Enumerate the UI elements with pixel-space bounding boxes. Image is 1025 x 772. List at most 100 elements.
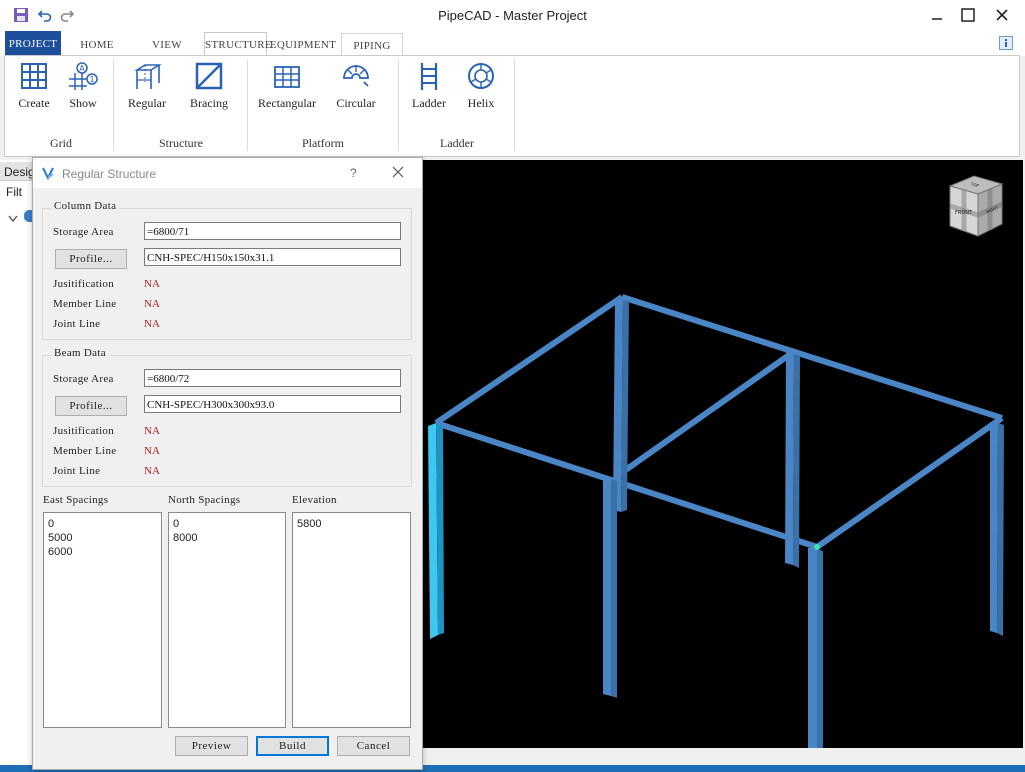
list-item[interactable]: 5800 xyxy=(297,517,406,531)
column-storage-input[interactable]: =6800/71 xyxy=(144,222,401,240)
regular-structure-dialog: Regular Structure ? Column Data Storage … xyxy=(32,157,423,770)
grid-axis-icon: A 1 xyxy=(69,62,98,90)
circular-platform-icon xyxy=(343,65,369,87)
beam xyxy=(434,294,624,426)
preview-button[interactable]: Preview xyxy=(175,736,248,756)
ribbon-separator xyxy=(113,59,114,151)
maximize-icon[interactable] xyxy=(953,4,983,26)
dialog-title: Regular Structure xyxy=(62,167,157,181)
tab-project[interactable]: PROJECT xyxy=(5,31,61,56)
column-justification-label: Jusitification xyxy=(53,278,115,290)
beam-member-label: Member Line xyxy=(53,445,117,457)
ribbon-separator xyxy=(514,59,515,151)
help-button[interactable]: ? xyxy=(350,166,357,180)
panel-tab-label: Desig xyxy=(4,165,35,179)
bracing-button[interactable]: Bracing xyxy=(183,60,235,110)
show-label: Show xyxy=(69,96,97,110)
design-explorer-panel: Desig Filt xyxy=(0,160,35,772)
column xyxy=(611,479,617,698)
ribbon-tabs: PROJECT HOME VIEW STRUCTURE EQUIPMENT PI… xyxy=(0,31,1025,57)
bracing-icon xyxy=(195,62,223,90)
build-button[interactable]: Build xyxy=(256,736,329,756)
beam-profile-button[interactable]: Profile... xyxy=(55,396,127,416)
list-item[interactable]: 6000 xyxy=(48,545,157,559)
regular-structure-button[interactable]: Regular xyxy=(121,60,173,110)
column xyxy=(817,549,823,748)
rectangular-platform-button[interactable]: Rectangular xyxy=(253,60,321,110)
bracing-label: Bracing xyxy=(190,96,228,110)
circular-label: Circular xyxy=(336,96,376,110)
east-spacings-list[interactable]: 0 5000 6000 xyxy=(43,512,162,728)
beam-member-value[interactable]: NA xyxy=(144,445,160,457)
title-bar: PipeCAD - Master Project xyxy=(0,0,1025,31)
beam-justification-label: Jusitification xyxy=(53,425,115,437)
elevation-list[interactable]: 5800 xyxy=(292,512,411,728)
column-justification-value[interactable]: NA xyxy=(144,278,160,290)
tab-view[interactable]: VIEW xyxy=(136,33,198,55)
chevron-down-icon[interactable] xyxy=(8,212,18,226)
3d-viewport[interactable]: FRONT TOP RIGHT xyxy=(422,160,1023,748)
beam-profile-input[interactable]: CNH-SPEC/H300x300x93.0 xyxy=(144,395,401,413)
cancel-button[interactable]: Cancel xyxy=(337,736,410,756)
structure-model xyxy=(428,294,1004,748)
beam-storage-label: Storage Area xyxy=(53,373,114,385)
column-group-title: Column Data xyxy=(51,200,120,212)
group-grid: Grid xyxy=(50,136,72,150)
regular-label: Regular xyxy=(128,96,166,110)
minimize-icon[interactable] xyxy=(922,4,952,26)
panel-tab[interactable]: Desig xyxy=(0,162,35,181)
beam xyxy=(621,294,1003,421)
helix-button[interactable]: Helix xyxy=(459,60,503,110)
circular-platform-button[interactable]: Circular xyxy=(329,60,383,110)
tab-structure[interactable]: STRUCTURE xyxy=(204,32,272,57)
info-icon[interactable] xyxy=(999,36,1013,50)
show-grid-button[interactable]: A 1 Show xyxy=(61,60,105,110)
rectangular-label: Rectangular xyxy=(258,96,316,110)
column xyxy=(808,548,817,748)
column xyxy=(793,354,800,568)
grid-icon xyxy=(21,63,47,89)
create-grid-button[interactable]: Create xyxy=(11,60,57,110)
dialog-titlebar[interactable]: Regular Structure ? xyxy=(33,158,422,188)
window-title: PipeCAD - Master Project xyxy=(438,8,587,23)
column-profile-input[interactable]: CNH-SPEC/H150x150x31.1 xyxy=(144,248,401,266)
dialog-close-icon[interactable] xyxy=(392,166,404,181)
list-item[interactable]: 5000 xyxy=(48,531,157,545)
beam xyxy=(815,415,1004,550)
tab-equipment[interactable]: EQUIPMENT xyxy=(269,33,337,55)
group-structure: Structure xyxy=(159,136,203,150)
filter-label: Filt xyxy=(6,185,22,199)
column-member-label: Member Line xyxy=(53,298,117,310)
beam-justification-value[interactable]: NA xyxy=(144,425,160,437)
list-item[interactable]: 0 xyxy=(173,517,281,531)
list-item[interactable]: 0 xyxy=(48,517,157,531)
ribbon-separator xyxy=(247,59,248,151)
ladder-button[interactable]: Ladder xyxy=(407,60,451,110)
ribbon-panel: Create A 1 Show Regular Bracing Rectangu… xyxy=(4,55,1020,157)
elevation-label: Elevation xyxy=(292,494,337,506)
view-cube[interactable]: FRONT TOP RIGHT xyxy=(936,172,1012,252)
frame-icon xyxy=(134,64,162,89)
svg-text:1: 1 xyxy=(90,75,95,84)
rect-platform-icon xyxy=(274,66,300,88)
helix-icon xyxy=(468,63,494,89)
tab-home[interactable]: HOME xyxy=(68,33,126,55)
ladder-label: Ladder xyxy=(412,96,446,110)
column-joint-value[interactable]: NA xyxy=(144,318,160,330)
column-profile-button[interactable]: Profile... xyxy=(55,249,127,269)
beam-joint-value[interactable]: NA xyxy=(144,465,160,477)
joint-marker xyxy=(814,544,820,550)
column-member-value[interactable]: NA xyxy=(144,298,160,310)
viewport-footer xyxy=(422,748,1025,765)
east-spacings-label: East Spacings xyxy=(43,494,109,506)
group-ladder: Ladder xyxy=(440,136,474,150)
close-icon[interactable] xyxy=(987,4,1017,26)
north-spacings-list[interactable]: 0 8000 xyxy=(168,512,286,728)
column-storage-label: Storage Area xyxy=(53,226,114,238)
viewcube-front: FRONT xyxy=(955,210,973,216)
tab-piping[interactable]: PIPING xyxy=(341,33,403,56)
create-label: Create xyxy=(18,96,50,110)
list-item[interactable]: 8000 xyxy=(173,531,281,545)
column xyxy=(785,352,794,565)
beam-storage-input[interactable]: =6800/72 xyxy=(144,369,401,387)
